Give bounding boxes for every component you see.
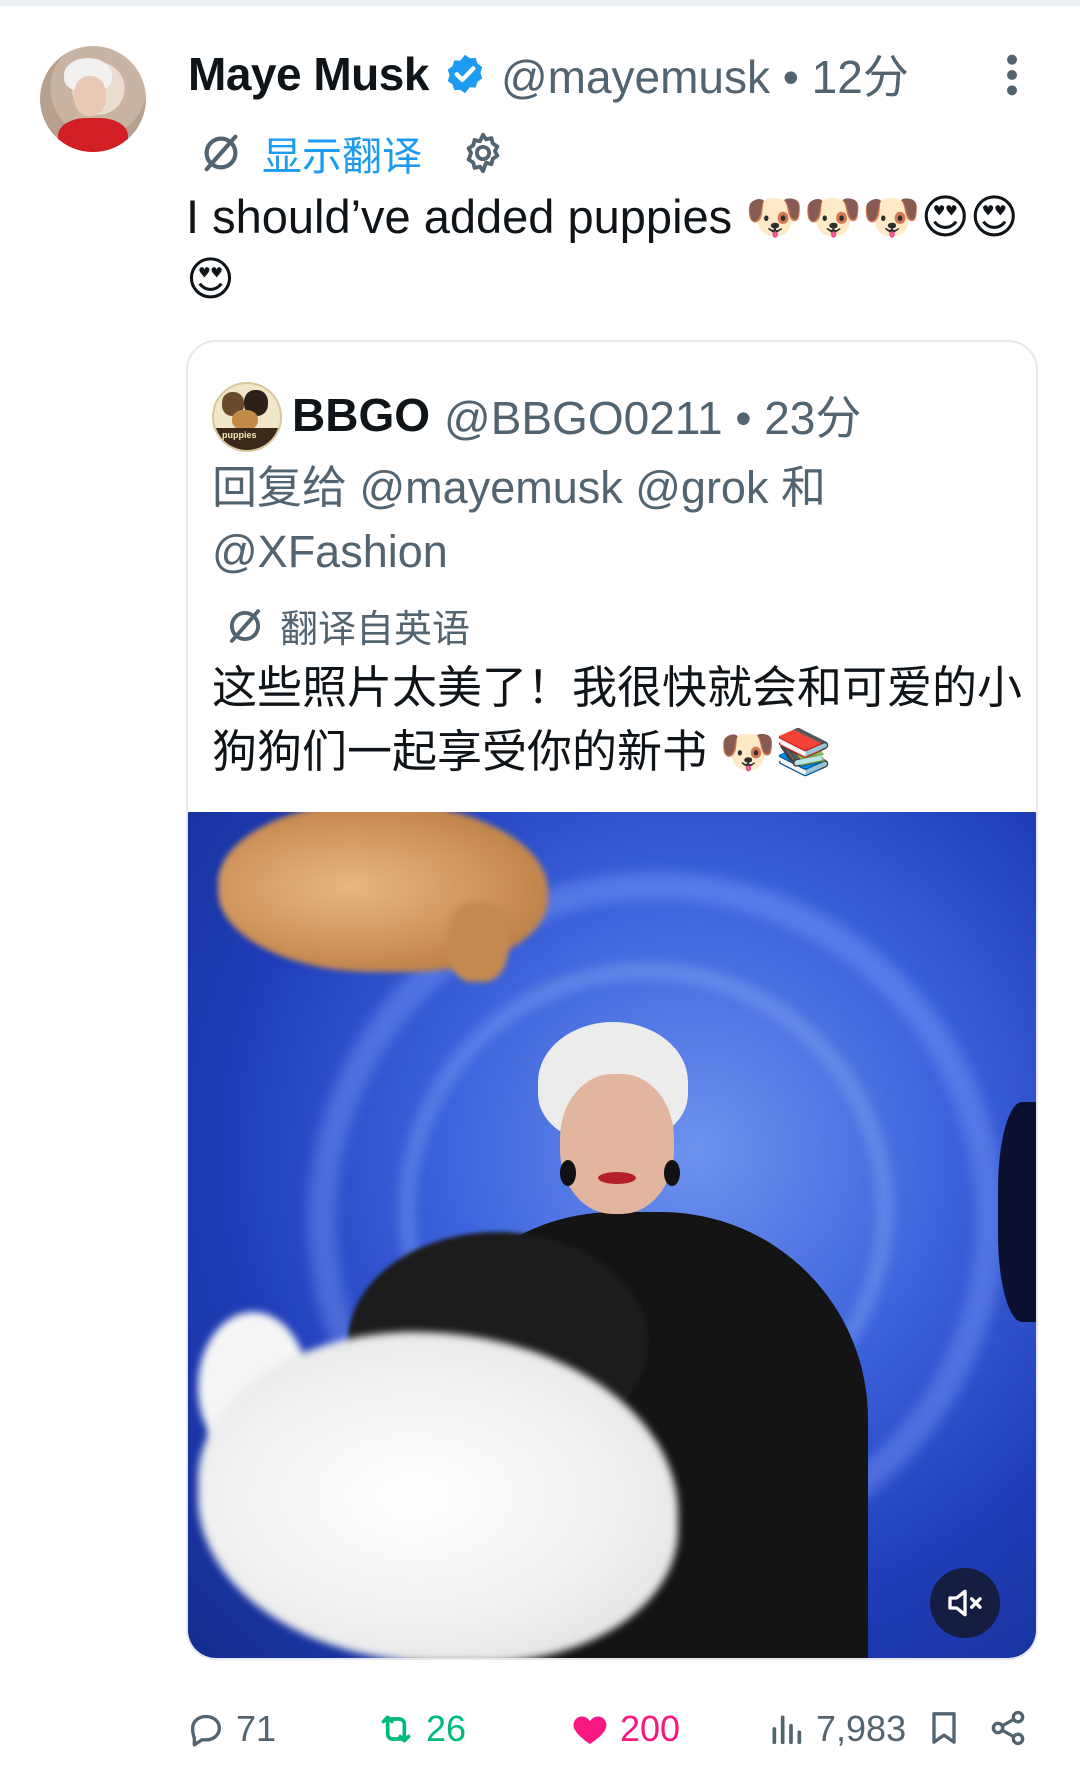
video-shadow xyxy=(998,1102,1036,1322)
author-name[interactable]: Maye Musk xyxy=(188,47,429,101)
views-icon xyxy=(772,1715,802,1745)
bookmark-icon xyxy=(932,1712,956,1744)
avatar-dog xyxy=(232,410,258,430)
mute-icon xyxy=(948,1589,982,1617)
reply-action[interactable]: 71 xyxy=(186,1708,276,1750)
quoted-author-avatar[interactable]: puppies xyxy=(212,382,282,452)
quoted-header: BBGO @BBGO0211 • 23分 xyxy=(292,382,861,448)
reply-to-text: 回复给 @mayemusk @grok 和 @XFashion xyxy=(212,462,826,577)
avatar-face xyxy=(74,76,106,116)
video-earring xyxy=(560,1160,576,1186)
avatar-label: puppies xyxy=(222,430,257,440)
translate-icon xyxy=(204,134,238,172)
author-handle-time[interactable]: @mayemusk • 12分 xyxy=(501,41,909,107)
quoted-tweet-card[interactable]: puppies BBGO @BBGO0211 • 23分 回复给 @mayemu… xyxy=(186,340,1038,1660)
action-bar: 71 26 200 7,983 xyxy=(0,1700,1080,1760)
quoted-tweet-text: 这些照片太美了！我很快就会和可爱的小狗狗们一起享受你的新书 🐶📚 xyxy=(212,662,1023,777)
video-woman-face xyxy=(560,1074,674,1214)
repost-icon xyxy=(381,1715,411,1743)
tweet-header: Maye Musk @mayemusk • 12分 xyxy=(188,44,909,104)
quoted-video[interactable] xyxy=(188,812,1036,1658)
quoted-author-name[interactable]: BBGO xyxy=(292,388,430,442)
reply-icon xyxy=(191,1714,221,1747)
video-earring xyxy=(664,1160,680,1186)
translated-from-row: 翻译自英语 xyxy=(224,598,470,653)
repost-count: 26 xyxy=(426,1708,467,1749)
share-icon xyxy=(991,1710,1025,1746)
avatar-coat xyxy=(58,118,128,152)
gear-icon[interactable] xyxy=(460,130,506,176)
bookmark-action[interactable] xyxy=(924,1708,964,1748)
reply-count: 71 xyxy=(236,1708,277,1749)
translate-row: 显示翻译 xyxy=(198,124,506,182)
author-avatar[interactable] xyxy=(40,46,146,152)
like-icon xyxy=(573,1716,607,1744)
quoted-author-handle-time[interactable]: @BBGO0211 • 23分 xyxy=(444,382,861,448)
mute-button[interactable] xyxy=(930,1568,1000,1638)
tweet-text: I should’ve added puppies 🐶🐶🐶😍😍😍 xyxy=(186,190,1019,305)
verified-badge-icon xyxy=(447,54,483,94)
views-count: 7,983 xyxy=(816,1708,907,1749)
views-action[interactable]: 7,983 xyxy=(766,1708,906,1750)
video-dog-orange-leg xyxy=(448,902,508,982)
like-count: 200 xyxy=(620,1708,681,1749)
translate-icon xyxy=(229,608,261,643)
share-action[interactable] xyxy=(988,1708,1028,1748)
more-options-icon[interactable] xyxy=(1000,52,1024,98)
translated-from-label: 翻译自英语 xyxy=(280,609,471,651)
show-translation-link[interactable]: 显示翻译 xyxy=(262,124,422,182)
like-action[interactable]: 200 xyxy=(570,1708,680,1750)
video-woman-lips xyxy=(598,1172,636,1184)
top-divider xyxy=(0,0,1080,6)
repost-action[interactable]: 26 xyxy=(376,1708,466,1750)
